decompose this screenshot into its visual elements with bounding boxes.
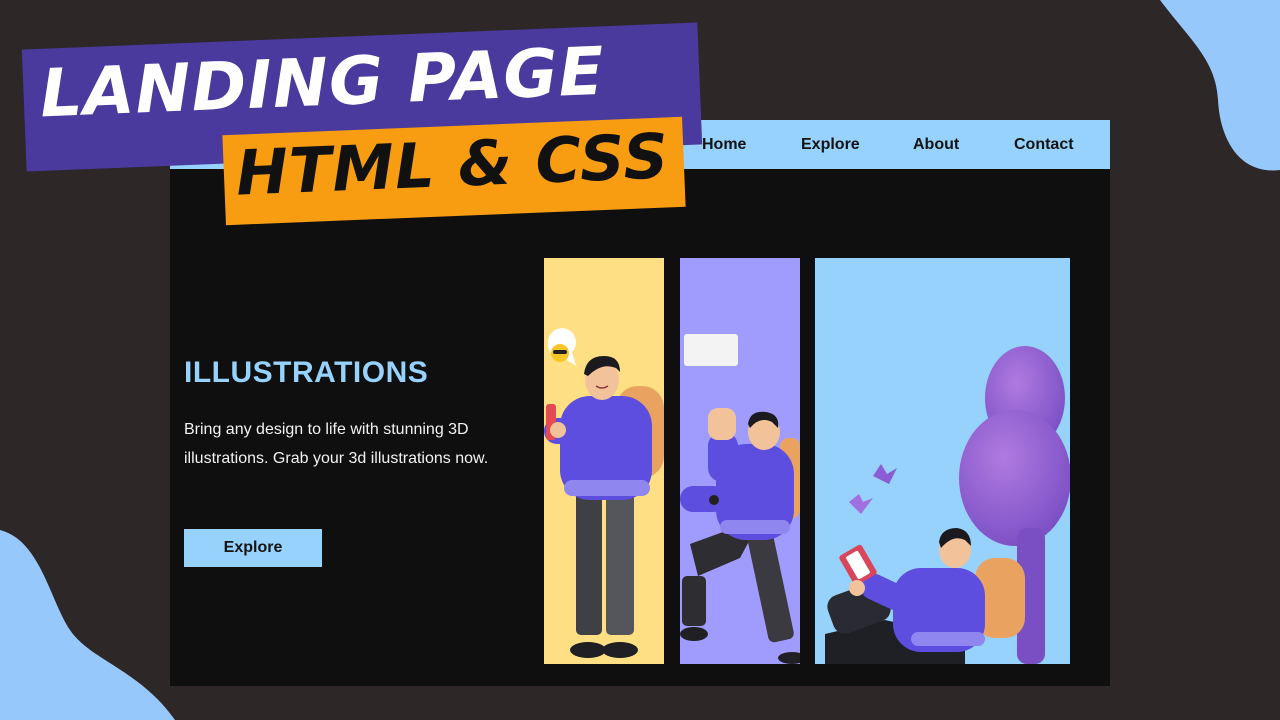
illustration-panel-yellow — [544, 258, 664, 664]
illustration-panel-blue — [815, 258, 1070, 664]
nav-link-explore[interactable]: Explore — [801, 134, 860, 156]
hero-description: Bring any design to life with stunning 3… — [184, 421, 489, 467]
corner-blob-bottom-left — [0, 530, 175, 720]
nav-link-about[interactable]: About — [913, 134, 959, 156]
corner-blob-top-right — [1160, 0, 1280, 171]
nav-link-contact[interactable]: Contact — [1014, 134, 1074, 156]
illustration-panel-lavender — [680, 258, 800, 664]
hero-title: ILLUSTRATIONS — [184, 356, 429, 389]
character-running-with-flag-illustration — [680, 258, 800, 664]
nav-link-home[interactable]: Home — [702, 134, 746, 156]
character-with-phone-illustration — [544, 258, 664, 664]
explore-button[interactable]: Explore — [184, 529, 322, 567]
thumbnail-canvas: Home Explore About Contact ILLUSTRATIONS… — [0, 0, 1280, 720]
character-reading-under-tree-illustration — [815, 258, 1070, 664]
